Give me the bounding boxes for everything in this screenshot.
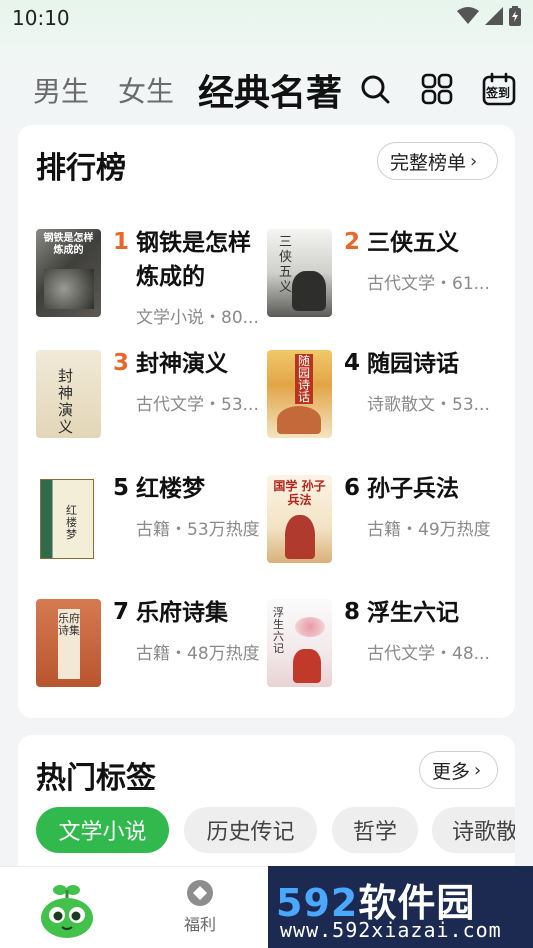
book-cover: 三侠五义 [267,229,332,317]
rank-number: 2 [344,229,361,255]
book-title: 封神演义 [136,351,228,377]
book-cover: 红楼梦 [36,475,101,563]
book-cover: 国学 孙子兵法 [267,475,332,563]
book-meta: 古代文学・48... [367,644,490,664]
watermark-logo: 592软件园 www.592xiazai.com [268,866,533,948]
tab-classics[interactable]: 经典名著 [198,64,342,116]
book-title: 钢铁是怎样炼成的 [136,230,251,290]
tab-male[interactable]: 男生 [33,70,89,110]
watermark-url: www.592xiazai.com [280,918,502,942]
rank-number: 6 [344,475,361,501]
more-tags-button[interactable]: 更多 › [419,751,498,789]
book-item-2[interactable]: 三侠五义 2 三侠五义 古代文学・61... [267,229,502,339]
status-icons [457,6,521,26]
book-cover: 钢铁是怎样炼成的 [36,229,101,317]
book-title: 浮生六记 [367,600,459,626]
chevron-right-icon: › [470,150,478,172]
rank-number: 7 [113,599,130,625]
full-list-button[interactable]: 完整榜单 › [377,142,498,180]
book-meta: 诗歌散文・53... [367,395,490,415]
ranking-title: 排行榜 [36,151,126,186]
category-grid-icon[interactable] [420,72,454,106]
mascot-home-icon[interactable] [38,881,96,939]
rank-number: 5 [113,475,130,501]
signin-button[interactable]: 签到 [482,72,516,106]
tag-history[interactable]: 历史传记 [184,807,317,853]
book-cover: 封神演义 [36,350,101,438]
search-icon[interactable] [358,72,392,106]
book-title: 红楼梦 [136,476,205,502]
book-item-7[interactable]: 乐府诗集 7 乐府诗集 古籍・48万热度 [36,599,271,709]
top-nav: 男生 女生 经典名著 签到 [0,60,533,120]
book-item-3[interactable]: 封神演义 3 封神演义 古代文学・53... [36,350,271,460]
rank-number: 1 [113,229,130,255]
book-title: 三侠五义 [367,230,459,256]
cover-text: 随园诗话 [295,354,313,404]
cover-text: 红楼梦 [66,504,77,541]
tag-literature[interactable]: 文学小说 [36,807,169,853]
status-bar: 10:10 [0,0,533,36]
book-title: 乐府诗集 [136,600,228,626]
book-item-8[interactable]: 浮生六记 8 浮生六记 古代文学・48... [267,599,502,709]
book-meta: 古籍・53万热度 [136,520,260,540]
rank-number: 4 [344,350,361,376]
battery-icon [509,6,521,26]
tag-poetry[interactable]: 诗歌散 [432,807,515,853]
book-meta: 古代文学・53... [136,395,259,415]
tab-female[interactable]: 女生 [118,70,174,110]
book-item-1[interactable]: 钢铁是怎样炼成的 1 钢铁是怎样炼成的 文学小说・80... [36,229,271,339]
cover-text: 浮生六记 [273,606,284,655]
cover-text: 国学 孙子兵法 [273,479,326,507]
book-meta: 古代文学・61... [367,274,490,294]
hot-tags-title: 热门标签 [36,761,156,796]
welfare-tab[interactable]: 福利 [180,879,220,935]
full-list-label: 完整榜单 [390,151,467,174]
welfare-label: 福利 [183,915,216,934]
ranking-card: 排行榜 完整榜单 › 钢铁是怎样炼成的 1 钢铁是怎样炼成的 文学小说・80..… [18,125,515,718]
rank-number: 3 [113,350,130,376]
cover-text: 封神演义 [58,367,74,436]
rank-number: 8 [344,599,361,625]
book-item-5[interactable]: 红楼梦 5 红楼梦 古籍・53万热度 [36,475,271,585]
book-meta: 文学小说・80... [136,308,259,328]
book-title: 随园诗话 [367,351,459,377]
chevron-right-icon: › [474,759,482,781]
book-title: 孙子兵法 [367,476,459,502]
book-item-6[interactable]: 国学 孙子兵法 6 孙子兵法 古籍・49万热度 [267,475,502,585]
book-cover: 浮生六记 [267,599,332,687]
signal-icon [485,7,503,25]
diamond-icon [187,880,213,906]
signin-label: 签到 [486,86,511,100]
book-item-4[interactable]: 随园诗话 4 随园诗话 诗歌散文・53... [267,350,502,460]
cover-text: 乐府诗集 [58,609,80,679]
tag-philosophy[interactable]: 哲学 [332,807,418,853]
wifi-icon [457,7,479,24]
book-meta: 古籍・49万热度 [367,520,491,540]
book-meta: 古籍・48万热度 [136,644,260,664]
cover-text: 钢铁是怎样炼成的 [43,233,94,256]
more-label: 更多 [432,760,471,783]
book-cover: 乐府诗集 [36,599,101,687]
book-cover: 随园诗话 [267,350,332,438]
status-time: 10:10 [12,6,70,30]
